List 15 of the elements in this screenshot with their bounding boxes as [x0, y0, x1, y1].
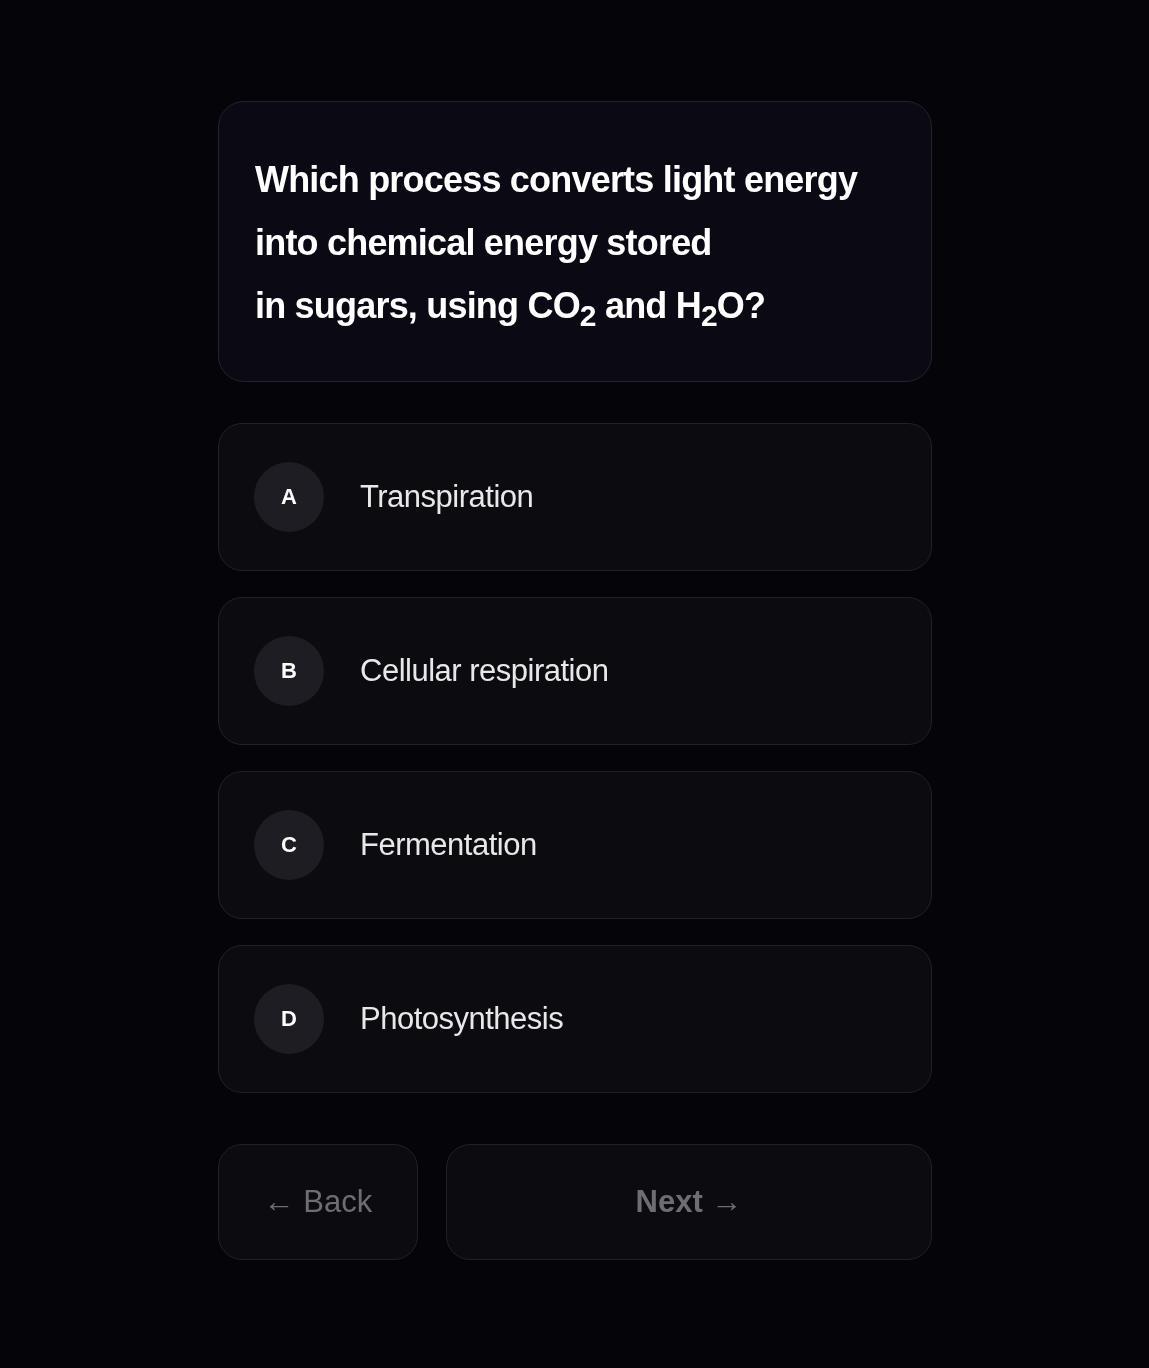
answer-option[interactable]: D Photosynthesis — [218, 945, 932, 1093]
option-letter-badge: C — [254, 810, 324, 880]
option-label: Cellular respiration — [360, 653, 609, 689]
next-button[interactable]: Next → — [446, 1144, 932, 1260]
option-label: Fermentation — [360, 827, 537, 863]
option-letter-badge: D — [254, 984, 324, 1054]
back-button[interactable]: ← Back — [218, 1144, 418, 1260]
option-letter-badge: B — [254, 636, 324, 706]
answer-option[interactable]: C Fermentation — [218, 771, 932, 919]
question-text: Which process converts light energy into chemical energy stored in sugars, using CO$_{2}$ and H$_{2}$O? — [255, 158, 859, 335]
option-label: Photosynthesis — [360, 1001, 564, 1037]
option-letter-badge: A — [254, 462, 324, 532]
answer-option[interactable]: A Transpiration — [218, 423, 932, 571]
answer-option[interactable]: B Cellular respiration — [218, 597, 932, 745]
option-label: Transpiration — [360, 479, 534, 515]
